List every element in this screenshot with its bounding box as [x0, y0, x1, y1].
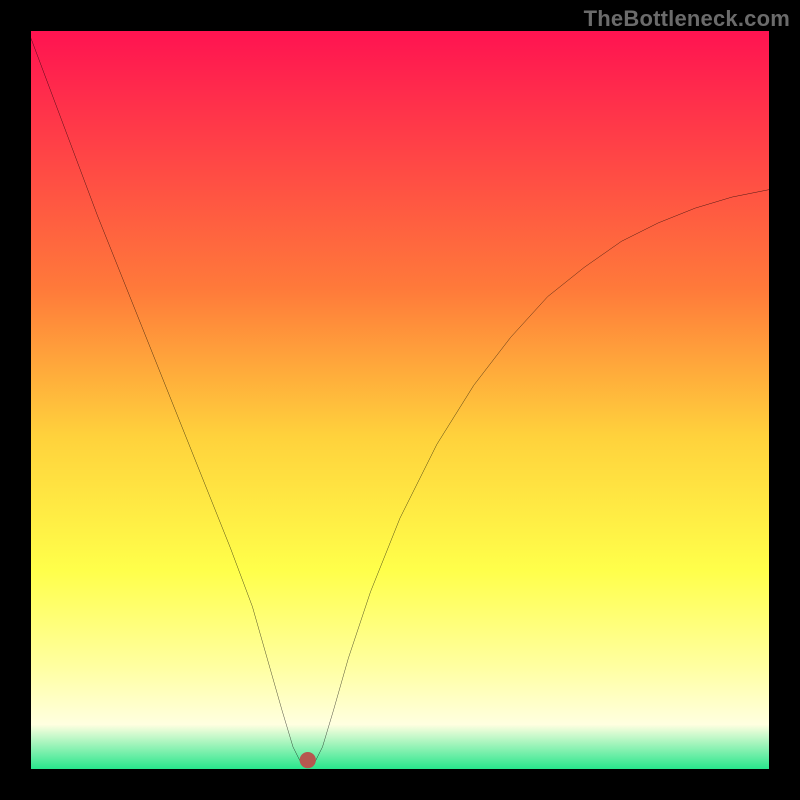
- watermark-text: TheBottleneck.com: [584, 6, 790, 32]
- optimum-marker: [300, 752, 316, 768]
- bottleneck-chart: [31, 31, 769, 769]
- chart-frame: TheBottleneck.com: [0, 0, 800, 800]
- chart-background: [31, 31, 769, 769]
